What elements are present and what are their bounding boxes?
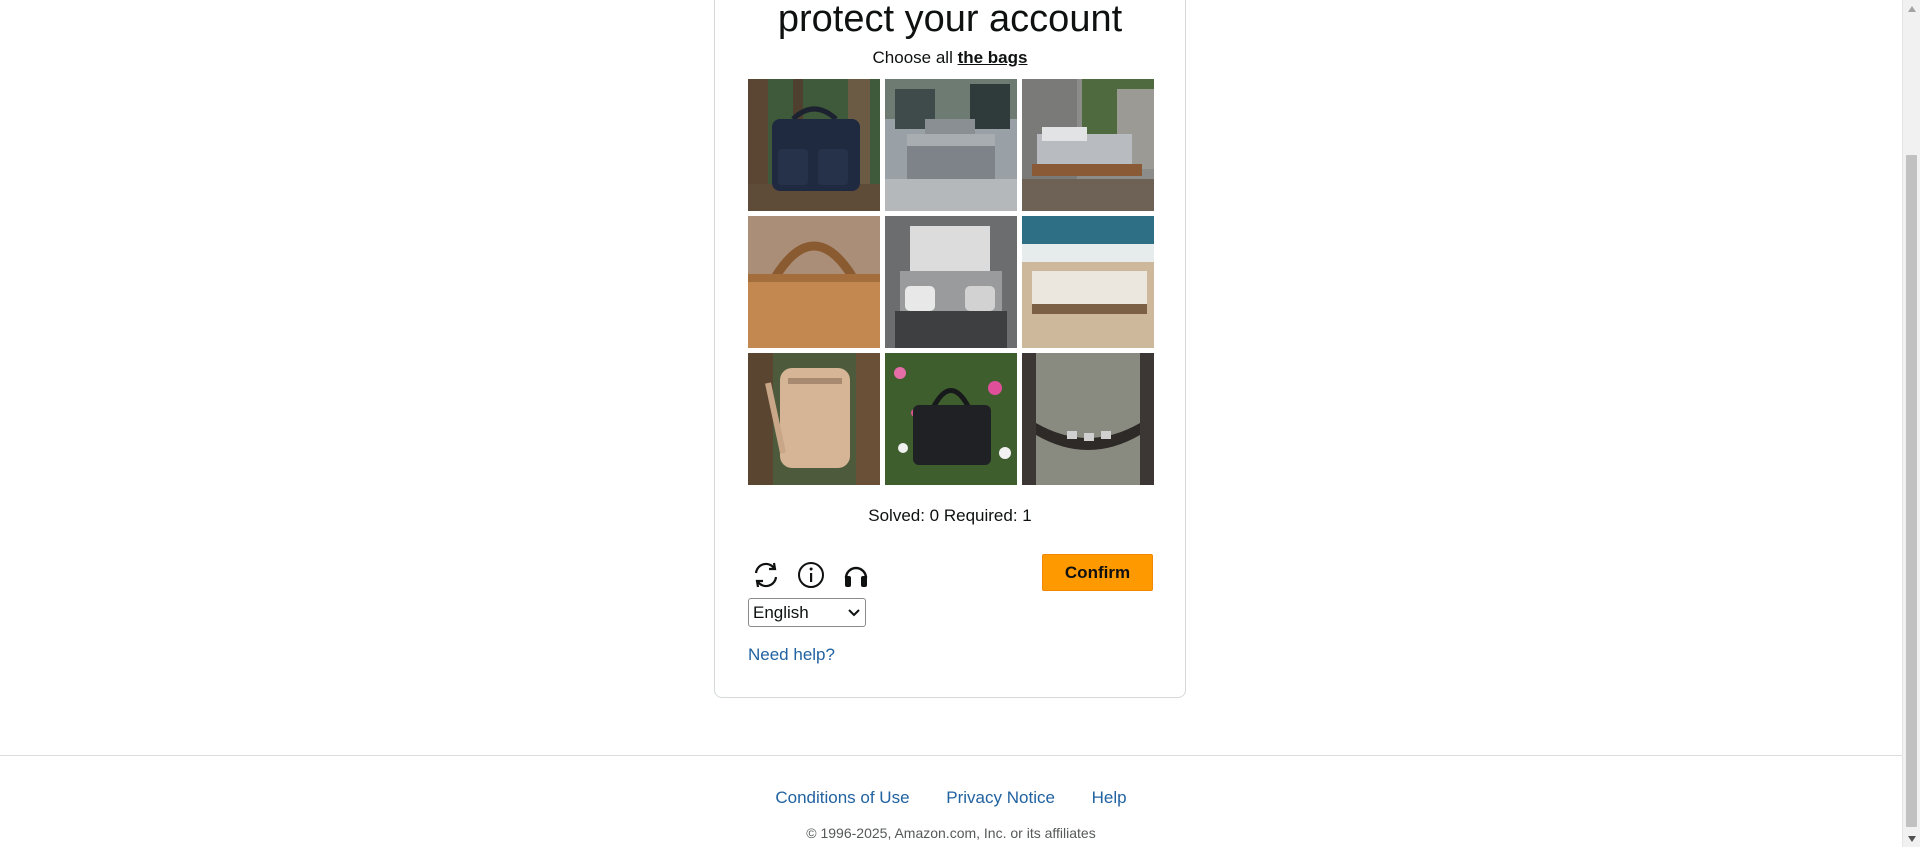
refresh-button[interactable] bbox=[748, 557, 784, 593]
audio-challenge-button[interactable] bbox=[838, 557, 874, 593]
scroll-down-arrow[interactable] bbox=[1903, 830, 1920, 847]
captcha-tile-8[interactable] bbox=[885, 353, 1017, 485]
tile-image-bed bbox=[885, 216, 1017, 348]
instruction-target: the bags bbox=[957, 48, 1028, 67]
solve-status: Solved: 0 Required: 1 bbox=[868, 506, 1032, 525]
conditions-of-use-link[interactable]: Conditions of Use bbox=[775, 788, 909, 807]
captcha-tile-2[interactable] bbox=[885, 79, 1017, 211]
page: protect your account Choose all the bags bbox=[0, 0, 1902, 847]
captcha-tile-1[interactable] bbox=[748, 79, 880, 211]
info-button[interactable] bbox=[793, 557, 829, 593]
language-selected-value: English bbox=[753, 602, 809, 622]
confirm-button[interactable]: Confirm bbox=[1042, 554, 1153, 591]
tile-image-bag bbox=[748, 216, 880, 348]
info-icon bbox=[798, 562, 824, 588]
tile-image-bag bbox=[748, 79, 880, 211]
help-link[interactable]: Help bbox=[1092, 788, 1127, 807]
footer-links: Conditions of Use Privacy Notice Help bbox=[0, 788, 1902, 808]
scroll-up-arrow[interactable] bbox=[1903, 0, 1920, 17]
captcha-instruction: Choose all the bags bbox=[715, 47, 1185, 69]
privacy-notice-link[interactable]: Privacy Notice bbox=[946, 788, 1055, 807]
captcha-tile-4[interactable] bbox=[748, 216, 880, 348]
refresh-icon bbox=[754, 562, 778, 588]
triangle-down-icon bbox=[1907, 835, 1916, 842]
tile-image-chair bbox=[1022, 353, 1154, 485]
tile-image-bag bbox=[748, 353, 880, 485]
language-select[interactable]: English bbox=[748, 598, 866, 627]
tile-image-bed bbox=[1022, 216, 1154, 348]
tile-image-bed bbox=[885, 79, 1017, 211]
tile-image-bed bbox=[1022, 79, 1154, 211]
chevron-down-icon bbox=[848, 608, 860, 616]
footer-divider bbox=[0, 755, 1902, 756]
vertical-scrollbar[interactable] bbox=[1902, 0, 1920, 847]
triangle-up-icon bbox=[1907, 5, 1916, 12]
copyright-text: © 1996-2025, Amazon.com, Inc. or its aff… bbox=[806, 825, 1096, 841]
headphones-icon bbox=[844, 566, 868, 587]
need-help-link[interactable]: Need help? bbox=[748, 645, 835, 665]
page-title: protect your account bbox=[777, 0, 1123, 40]
image-grid bbox=[748, 79, 1154, 485]
captcha-tile-6[interactable] bbox=[1022, 216, 1154, 348]
scrollbar-thumb[interactable] bbox=[1906, 155, 1917, 827]
captcha-tile-9[interactable] bbox=[1022, 353, 1154, 485]
tile-image-bag bbox=[885, 353, 1017, 485]
captcha-tile-3[interactable] bbox=[1022, 79, 1154, 211]
captcha-tile-7[interactable] bbox=[748, 353, 880, 485]
instruction-prefix: Choose all bbox=[872, 48, 953, 67]
captcha-card: protect your account Choose all the bags bbox=[714, 0, 1186, 698]
captcha-tile-5[interactable] bbox=[885, 216, 1017, 348]
